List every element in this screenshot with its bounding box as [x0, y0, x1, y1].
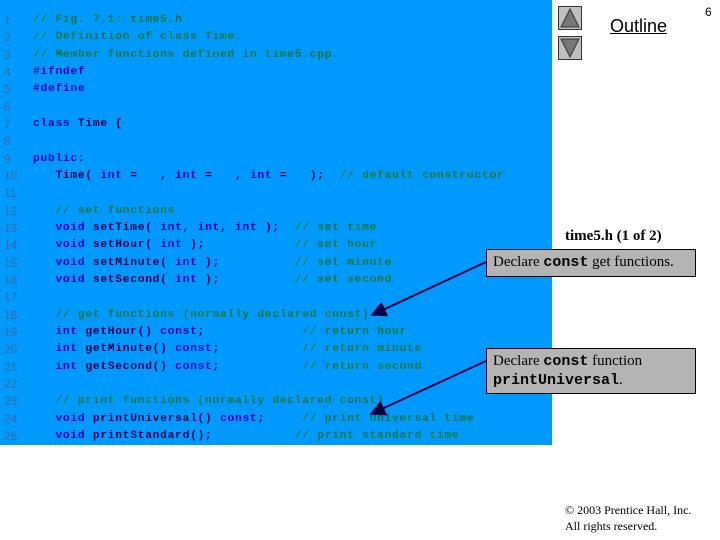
file-label: time5.h (1 of 2) [565, 228, 662, 244]
callout-text: Declare [493, 353, 544, 369]
copyright: © 2003 Prentice Hall, Inc. All rights re… [565, 502, 691, 534]
copyright-rights: All rights reserved. [565, 519, 658, 533]
callout-text: function [588, 353, 643, 369]
arrow-print-universal [369, 360, 487, 416]
outline-link[interactable]: Outline [610, 16, 667, 37]
callout-text: . [619, 372, 623, 388]
page-number: 6 [705, 5, 712, 19]
callout-text: get functions. [588, 254, 674, 270]
triangle-down-icon [560, 38, 580, 59]
triangle-up-icon [560, 7, 580, 28]
callout-text: Declare [493, 254, 544, 270]
next-slide-button[interactable] [558, 36, 582, 60]
arrow-get-functions [370, 261, 487, 317]
copyright-line: © 2003 Prentice Hall, Inc. [565, 503, 692, 517]
callout-get-functions: Declare const get functions. [486, 249, 696, 277]
callout-code: printUniversal [493, 372, 620, 389]
callout-print-universal: Declare const function printUniversal. [486, 348, 696, 394]
previous-slide-button[interactable] [558, 6, 582, 30]
callout-code: const [543, 254, 589, 271]
callout-code: const [543, 353, 589, 370]
